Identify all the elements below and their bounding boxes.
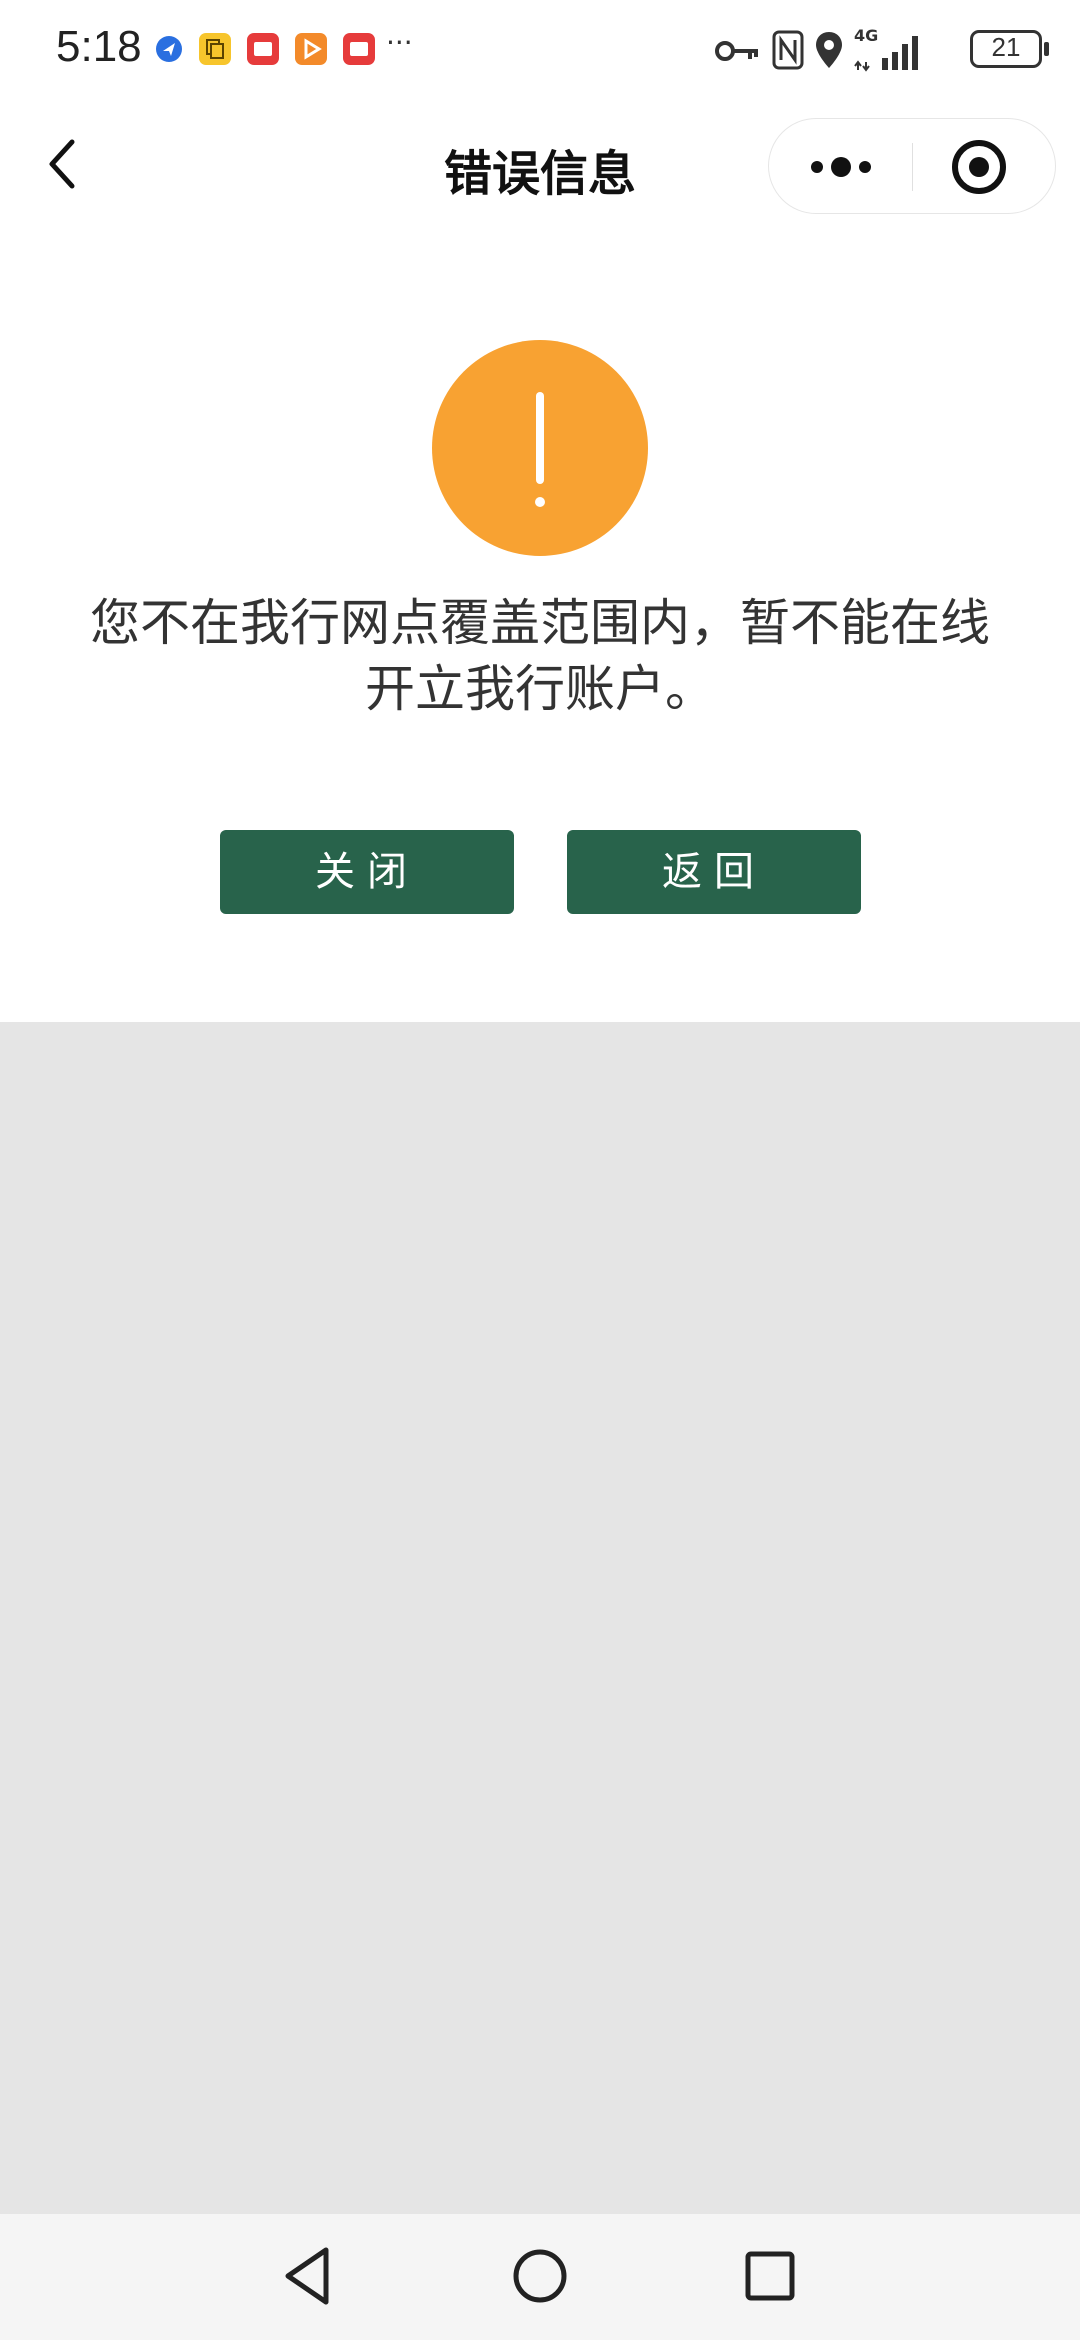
nav-recents-icon[interactable]: [734, 2240, 806, 2312]
more-menu-icon[interactable]: [799, 137, 883, 197]
yellow-copy-icon: [199, 33, 231, 65]
location-pin-icon: [816, 32, 842, 68]
more-notifications-icon: ···: [386, 26, 413, 59]
key-icon: [715, 41, 758, 61]
battery-icon: 21: [970, 28, 1050, 72]
signal-4g-icon: 4G: [852, 26, 928, 72]
status-time: 5:18: [56, 22, 142, 71]
status-bar: 5:18 ··· 4G 21: [0, 0, 1080, 104]
close-button[interactable]: 关闭: [220, 830, 514, 914]
location-app-icon: [156, 36, 182, 62]
screen: 5:18 ··· 4G 21 错误信息 您不在我行网点覆盖范围内，暂不能在线开立…: [0, 0, 1080, 2340]
error-content: 您不在我行网点覆盖范围内，暂不能在线开立我行账户。 关闭 返回: [0, 230, 1080, 1022]
system-nav-bar: [0, 2214, 1080, 2340]
capsule-divider: [912, 143, 913, 191]
orange-play-icon: [295, 33, 327, 65]
red-app-icon: [343, 33, 375, 65]
nav-bar: 错误信息: [0, 104, 1080, 230]
back-button[interactable]: 返回: [567, 830, 861, 914]
error-message: 您不在我行网点覆盖范围内，暂不能在线开立我行账户。: [90, 594, 990, 718]
mini-program-capsule: [768, 118, 1056, 214]
nfc-icon: [772, 30, 804, 70]
warning-exclamation-icon: [432, 340, 648, 556]
nav-back-icon[interactable]: [272, 2240, 344, 2312]
red-app-icon: [247, 33, 279, 65]
nav-home-icon[interactable]: [504, 2240, 576, 2312]
close-miniprogram-icon[interactable]: [949, 137, 1009, 197]
